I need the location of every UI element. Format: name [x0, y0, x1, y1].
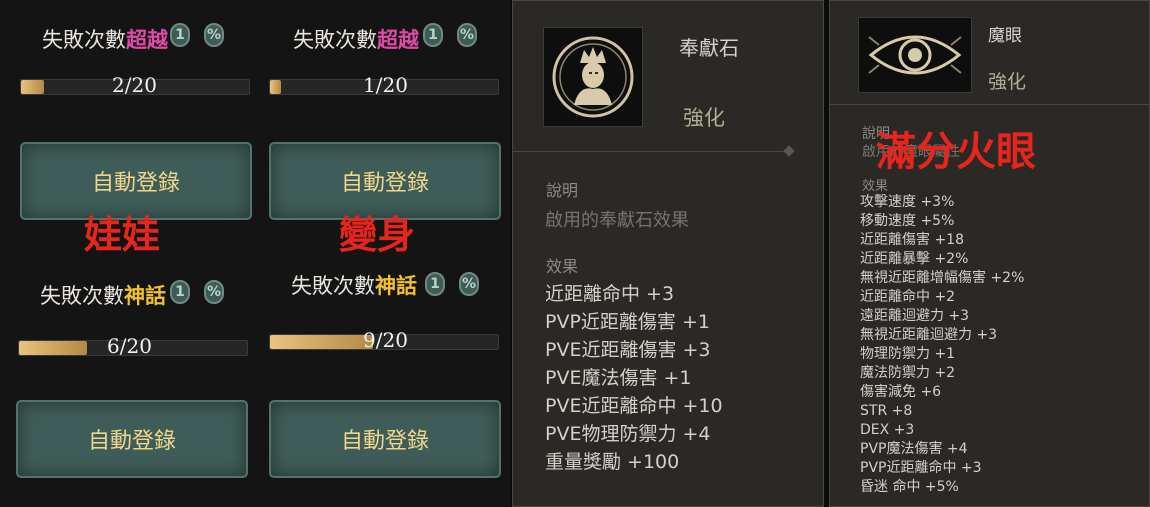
fail-count-value: 1/20 [363, 73, 408, 97]
effect-line: 近距離命中 +2 [860, 289, 956, 305]
fail-count-value: 6/20 [107, 334, 152, 358]
auto-register-button[interactable]: 自動登錄 [16, 400, 248, 478]
effect-line: 無視近距離迴避力 +3 [860, 327, 998, 343]
effect-line: PVE近距離命中 +10 [545, 395, 723, 417]
enhance-panel: 失敗次數超越 1 % 2/20 自動登錄 娃娃 失敗次數超越 1 % 1/20 … [0, 0, 510, 507]
effect-line: PVE魔法傷害 +1 [545, 367, 692, 389]
item-name: 魔眼 [988, 26, 1022, 46]
enhance-card: 失敗次數超越 1 % 1/20 自動登錄 變身 [255, 0, 510, 257]
fail-count-label: 失敗次數超越 [42, 28, 168, 52]
percent-badge[interactable]: % [457, 23, 477, 47]
item-name: 奉獻石 [679, 36, 739, 60]
stone-face-icon [543, 27, 643, 127]
fail-progress-fill [270, 335, 373, 349]
effects-list: 近距離命中 +3 PVP近距離傷害 +1 PVE近距離傷害 +3 PVE魔法傷害… [545, 280, 723, 476]
effect-line: PVE物理防禦力 +4 [545, 423, 711, 445]
divider [830, 104, 1150, 105]
desc-title: 說明 [546, 181, 579, 200]
effect-line: DEX +3 [860, 422, 915, 438]
effect-line: 重量獎勵 +100 [545, 451, 680, 473]
divider [513, 151, 793, 152]
effect-line: PVP魔法傷害 +4 [860, 441, 968, 457]
effect-line: 物理防禦力 +1 [860, 346, 956, 362]
percent-badge[interactable]: % [459, 272, 479, 296]
effect-line: 近距離命中 +3 [545, 283, 675, 305]
effect-line: 移動速度 +5% [860, 213, 955, 229]
percent-badge[interactable]: % [204, 23, 224, 47]
item-type: 強化 [988, 71, 1027, 93]
tooltip-stone: 奉獻石 強化 說明 啟用的奉獻石效果 效果 近距離命中 +3 PVP近距離傷害 … [512, 0, 824, 507]
chance-badge[interactable]: 1 [423, 23, 443, 47]
desc-text: 啟用的奉獻石效果 [545, 210, 689, 231]
effect-line: PVP近距離命中 +3 [860, 460, 982, 476]
divider-ornament [783, 145, 795, 157]
item-type: 強化 [683, 106, 725, 130]
chance-badge[interactable]: 1 [425, 272, 445, 296]
effects-title: 效果 [862, 179, 889, 194]
effect-line: 昏迷 命中 +5% [860, 479, 959, 495]
effect-line: 攻擊速度 +3% [860, 194, 955, 210]
fail-count-label: 失敗次數神話 [291, 274, 417, 298]
effect-line: 近距離傷害 +18 [860, 232, 964, 248]
effect-line: 遠距離迴避力 +3 [860, 308, 970, 324]
fail-count-value: 9/20 [363, 328, 408, 352]
enhance-card: 失敗次數神話 1 % 6/20 自動登錄 [0, 240, 255, 507]
fail-progress-fill [21, 80, 44, 94]
effect-line: 傷害減免 +6 [860, 384, 942, 400]
effect-line: STR +8 [860, 403, 913, 419]
enhance-card: 失敗次數超越 1 % 2/20 自動登錄 娃娃 [0, 0, 255, 257]
percent-badge[interactable]: % [204, 280, 224, 304]
enhance-card: 失敗次數神話 1 % 9/20 自動登錄 [255, 240, 510, 507]
effects-title: 效果 [546, 257, 579, 276]
fail-count-label: 失敗次數神話 [40, 284, 166, 308]
effect-line: PVE近距離傷害 +3 [545, 339, 711, 361]
fail-count-value: 2/20 [112, 73, 157, 97]
effects-list: 攻擊速度 +3% 移動速度 +5% 近距離傷害 +18 近距離暴擊 +2% 無視… [860, 193, 1024, 497]
note-label: 滿分火眼 [876, 129, 1036, 175]
tooltip-eye: 魔眼 強化 說明 啟用的魔眼屬性 滿分火眼 效果 攻擊速度 +3% 移動速度 +… [829, 0, 1150, 507]
eye-icon [858, 17, 972, 93]
chance-badge[interactable]: 1 [170, 280, 190, 304]
effect-line: 魔法防禦力 +2 [860, 365, 956, 381]
effect-line: 近距離暴擊 +2% [860, 251, 969, 267]
effect-line: 無視近距離增幅傷害 +2% [860, 270, 1025, 286]
effect-line: PVP近距離傷害 +1 [545, 311, 710, 333]
fail-count-label: 失敗次數超越 [293, 28, 419, 52]
auto-register-button[interactable]: 自動登錄 [269, 400, 501, 478]
chance-badge[interactable]: 1 [170, 23, 190, 47]
fail-progress-fill [19, 341, 88, 355]
fail-progress-fill [270, 80, 282, 94]
